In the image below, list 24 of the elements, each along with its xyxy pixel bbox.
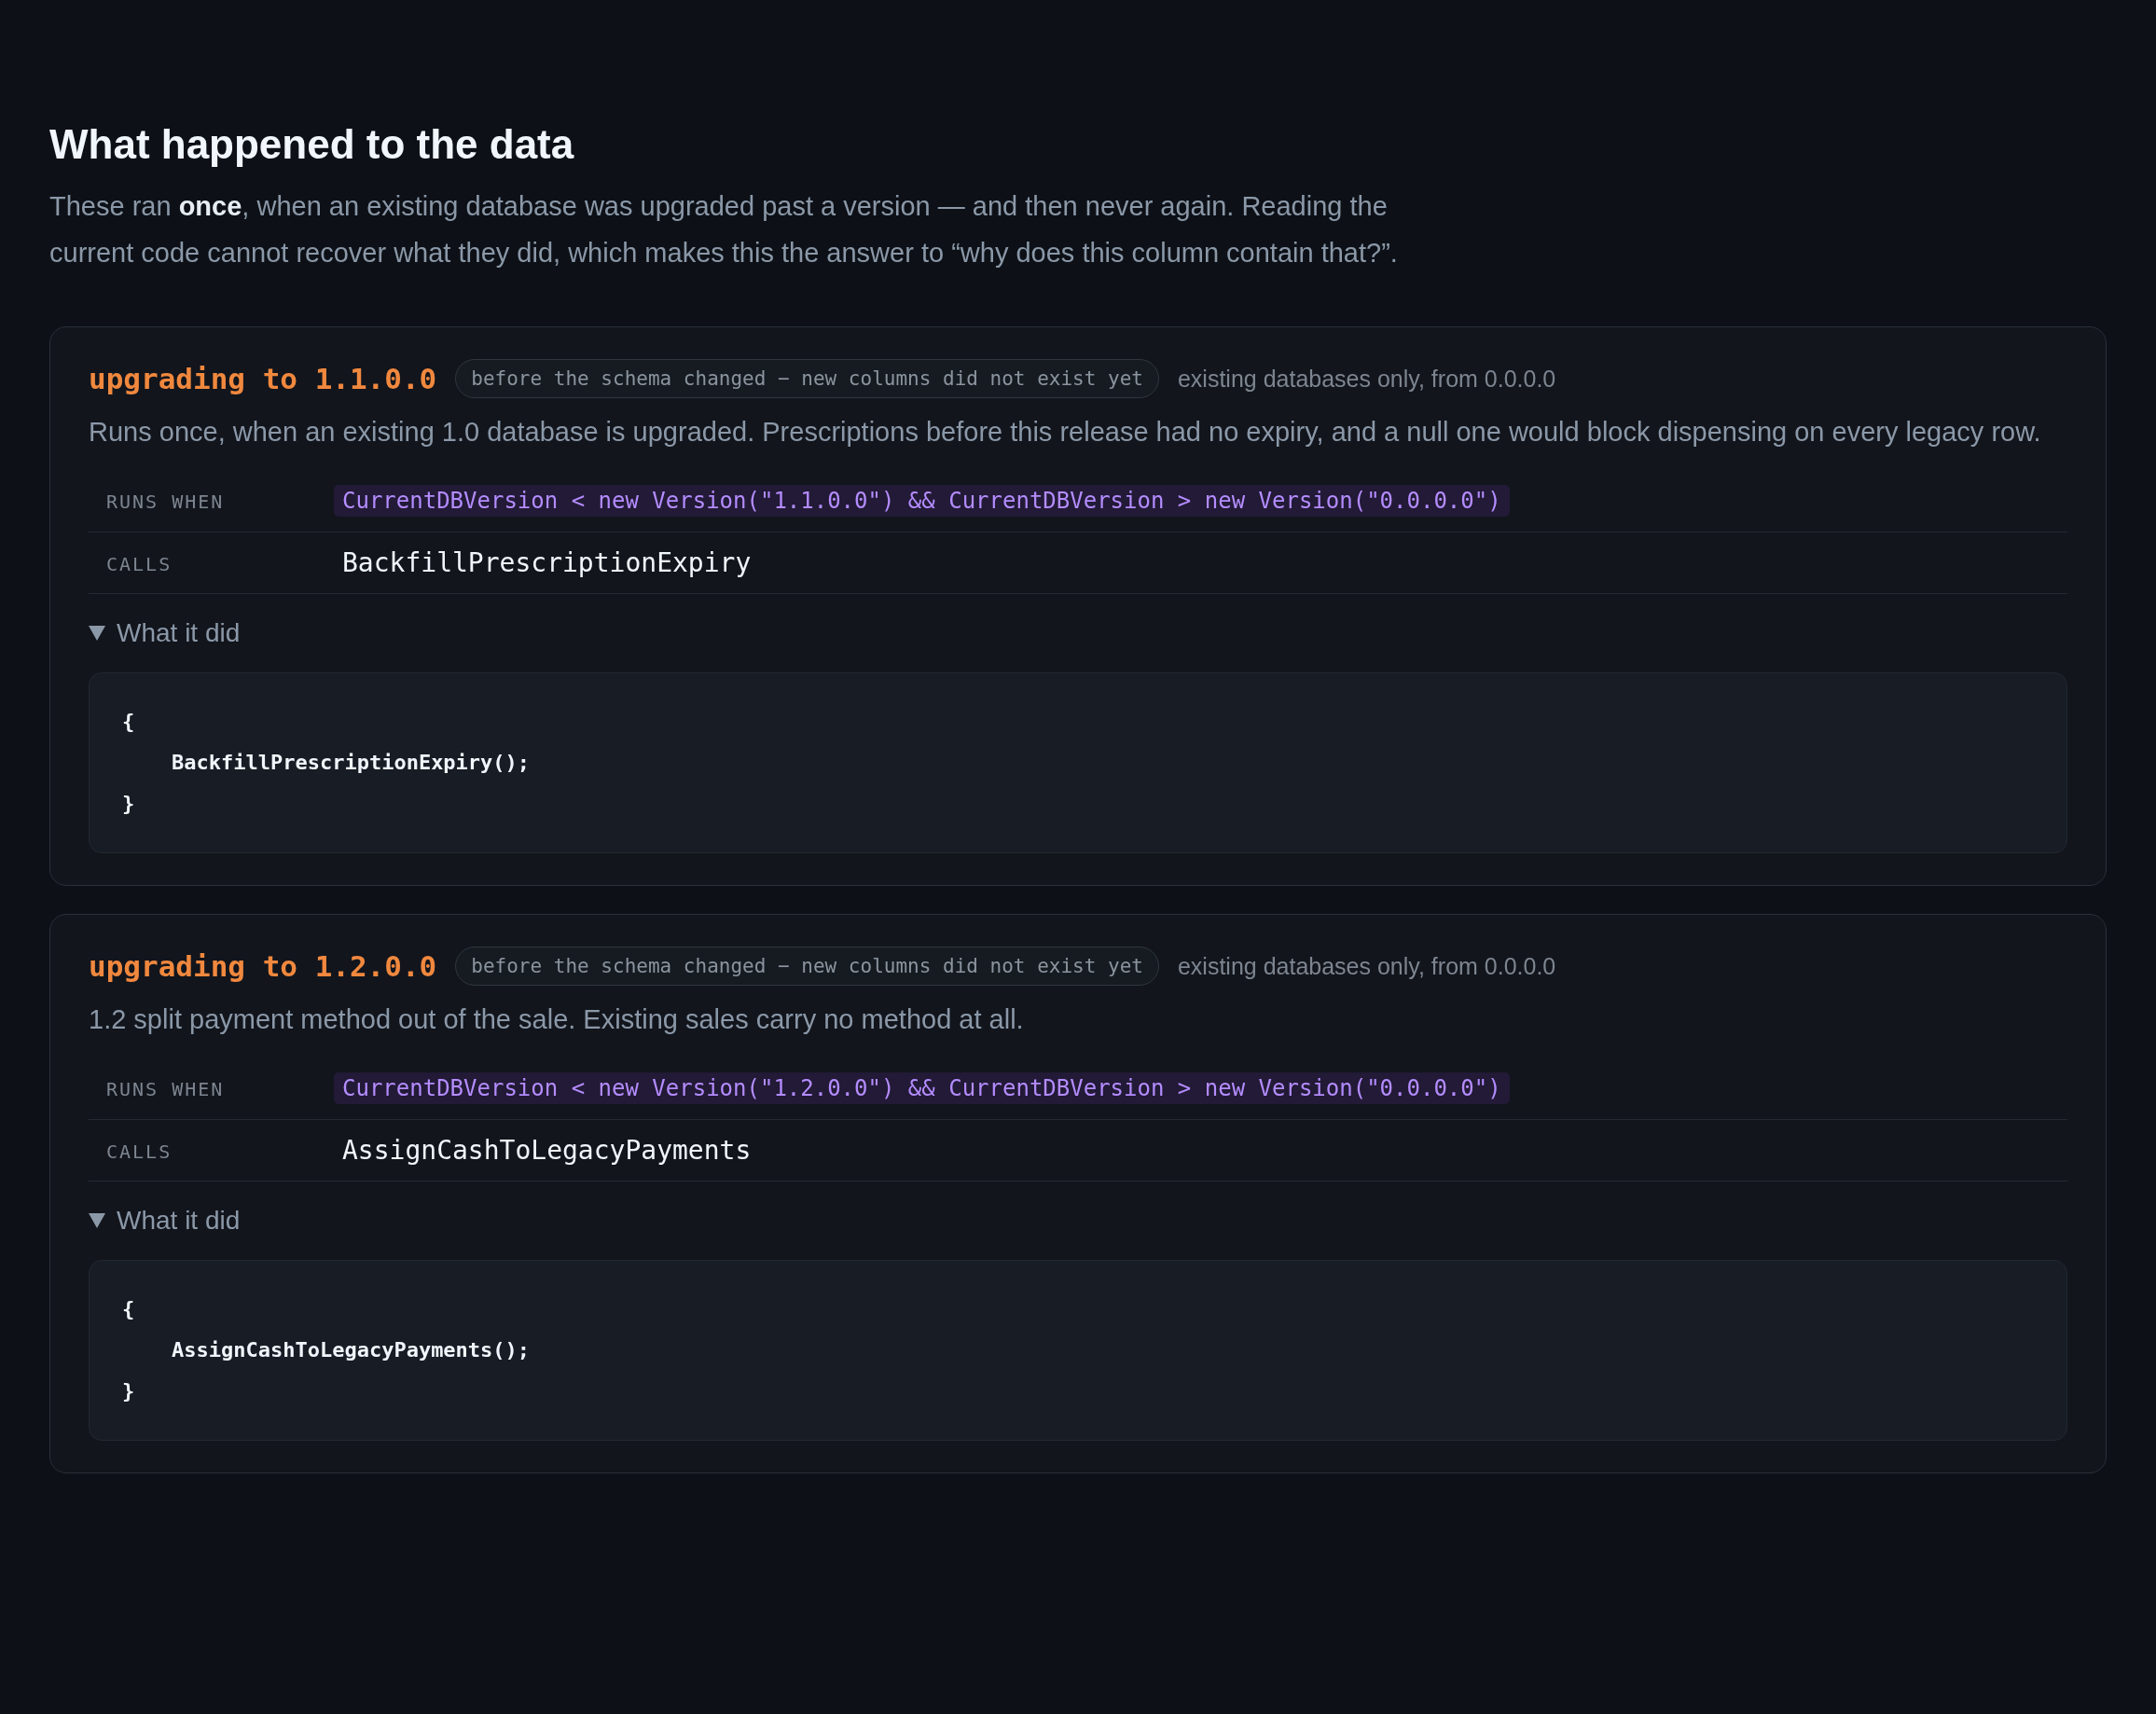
migration-description: 1.2 split payment method out of the sale. Existing sales carry no method at all. — [89, 1004, 1025, 1035]
intro-paragraph: These ran once, when an existing database was upgraded past a version — and then never again. Reading the current code cannot recover what they did, which makes this the answer to “why does this column contain that?”. — [49, 190, 1399, 270]
phase-badge: before the schema changed − new columns did not exist yet — [455, 359, 1159, 398]
triangle-icon — [89, 1213, 105, 1228]
row-label: CALLS — [105, 552, 173, 575]
method-name: BackfillPrescriptionExpiry — [341, 547, 752, 578]
scope-text: existing databases only, from 0.0.0.0 — [1177, 952, 1556, 980]
method-name: AssignCashToLegacyPayments — [341, 1135, 752, 1166]
row-label: CALLS — [105, 1140, 173, 1163]
condition-code: CurrentDBVersion < new Version("1.2.0.0") && CurrentDBVersion > new Version("0.0.0.0") — [334, 1072, 1510, 1104]
row-label: RUNS WHEN — [105, 490, 226, 513]
triangle-icon — [89, 626, 105, 641]
phase-badge: before the schema changed − new columns did not exist yet — [455, 947, 1159, 986]
migration-title: upgrading to 1.2.0.0 — [89, 949, 437, 983]
page-heading: What happened to the data — [49, 121, 575, 168]
row-label: RUNS WHEN — [105, 1077, 226, 1100]
code-block: { AssignCashToLegacyPayments(); } — [89, 1260, 2067, 1441]
migration-description: Runs once, when an existing 1.0 database is upgraded. Prescriptions before this release had no expiry, and a null one would block dispensing on every legacy row. — [89, 417, 2042, 448]
condition-code: CurrentDBVersion < new Version("1.1.0.0") && CurrentDBVersion > new Version("0.0.0.0") — [334, 485, 1510, 517]
migration-title: upgrading to 1.1.0.0 — [89, 362, 437, 395]
details-toggle[interactable]: What it did — [89, 618, 241, 648]
code-block: { BackfillPrescriptionExpiry(); } — [89, 672, 2067, 853]
scope-text: existing databases only, from 0.0.0.0 — [1177, 365, 1556, 393]
details-toggle[interactable]: What it did — [89, 1206, 241, 1236]
